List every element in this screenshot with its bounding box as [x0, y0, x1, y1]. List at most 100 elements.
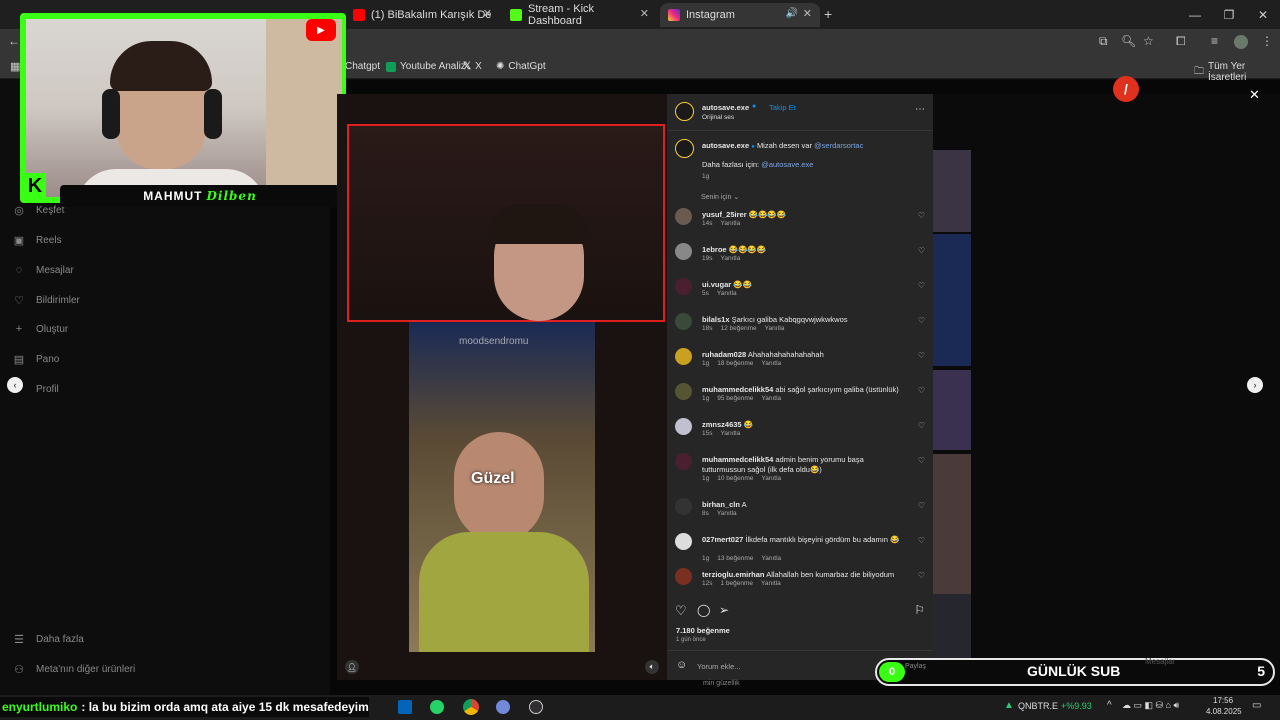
- comment-like-icon[interactable]: ♡: [918, 386, 925, 395]
- comment-likes[interactable]: 10 beğenme: [717, 475, 753, 482]
- mute-icon[interactable]: 🔈︎: [645, 660, 659, 674]
- commenter-avatar[interactable]: [675, 278, 692, 295]
- sidebar-item-daha-fazla[interactable]: ☰ Daha fazla: [12, 632, 84, 646]
- extensions-icon[interactable]: ⧠: [1176, 34, 1186, 49]
- commenter-avatar[interactable]: [675, 208, 692, 225]
- install-icon[interactable]: ⧉: [1099, 34, 1108, 49]
- save-icon[interactable]: ⚐: [914, 603, 925, 617]
- comment-likes[interactable]: 18 beğenme: [717, 360, 753, 367]
- reply-link[interactable]: Yanıtla: [761, 395, 781, 402]
- profile-tag-icon[interactable]: 👤︎: [345, 660, 359, 674]
- minimize-icon[interactable]: —: [1178, 0, 1212, 29]
- commenter-username[interactable]: ruhadam028: [702, 350, 746, 359]
- commenter-username[interactable]: bilals1x: [702, 315, 730, 324]
- comment-like-icon[interactable]: ♡: [918, 501, 925, 510]
- menu-dots-icon[interactable]: ⋮: [1261, 34, 1273, 48]
- reply-link[interactable]: Yanıtla: [761, 555, 781, 562]
- sidebar-item-meta[interactable]: ⚇ Meta'nın diğer ürünleri: [12, 662, 135, 676]
- reply-link[interactable]: Yanıtla: [761, 360, 781, 367]
- caption-mention2[interactable]: @autosave.exe: [761, 160, 813, 169]
- commenter-avatar[interactable]: [675, 348, 692, 365]
- commenter-avatar[interactable]: [675, 568, 692, 585]
- comment-like-icon[interactable]: ♡: [918, 351, 925, 360]
- commenter-avatar[interactable]: [675, 453, 692, 470]
- sidebar-item-pano[interactable]: ▤ Pano: [12, 352, 60, 366]
- audio-label[interactable]: Orijinal ses: [702, 114, 734, 121]
- sidebar-item-reels[interactable]: ▣ Reels: [12, 233, 62, 247]
- new-tab-button[interactable]: +: [824, 6, 832, 22]
- commenter-avatar[interactable]: [675, 418, 692, 435]
- bookmark-x[interactable]: 𝕏 X: [463, 61, 482, 72]
- comment-like-icon[interactable]: ♡: [918, 246, 925, 255]
- comment-like-icon[interactable]: ♡: [918, 316, 925, 325]
- commenter-username[interactable]: 1ebroe: [702, 245, 727, 254]
- clock-date[interactable]: 4.08.2025: [1206, 707, 1242, 716]
- close-icon[interactable]: ✕: [640, 7, 649, 20]
- sidebar-item-kesfet[interactable]: ◎ Keşfet: [12, 203, 64, 217]
- sort-dropdown[interactable]: Senin için ⌄: [701, 193, 739, 201]
- comment-icon[interactable]: ◯: [697, 603, 710, 617]
- comment-likes[interactable]: 95 beğenme: [717, 395, 753, 402]
- messages-bubble-label[interactable]: Mesajlar: [1145, 657, 1175, 666]
- clock-time[interactable]: 17:56: [1213, 696, 1233, 705]
- back-icon[interactable]: ←: [8, 34, 20, 48]
- bookmark-youtube-analiz[interactable]: Youtube Analiz: [386, 61, 466, 72]
- zoom-icon[interactable]: 🔍︎: [1121, 34, 1136, 48]
- comment-like-icon[interactable]: ♡: [918, 571, 925, 580]
- commenter-username[interactable]: birhan_cln: [702, 500, 740, 509]
- bookmark-chatgpt[interactable]: Chatgpt: [345, 61, 380, 72]
- whatsapp-icon[interactable]: [430, 700, 444, 714]
- comment-like-icon[interactable]: ♡: [918, 211, 925, 220]
- reel-video[interactable]: moodsendromu Güzel 👤︎ 🔈︎: [337, 94, 667, 680]
- author-avatar[interactable]: [675, 102, 694, 121]
- apps-icon[interactable]: ▦: [10, 60, 20, 73]
- comment-likes[interactable]: 13 beğenme: [717, 555, 753, 562]
- caption-avatar[interactable]: [675, 139, 694, 158]
- reply-link[interactable]: Yanıtla: [720, 255, 740, 262]
- star-icon[interactable]: ☆: [1143, 34, 1154, 48]
- reply-link[interactable]: Yanıtla: [765, 325, 785, 332]
- comment-like-icon[interactable]: ♡: [918, 281, 925, 290]
- commenter-username[interactable]: terzioglu.emirhan: [702, 570, 765, 579]
- commenter-username[interactable]: zmnsz4635: [702, 420, 742, 429]
- sidebar-item-mesajlar[interactable]: ◌ Mesajlar: [12, 263, 74, 277]
- discord-icon[interactable]: [496, 700, 510, 714]
- commenter-username[interactable]: 027mert027: [702, 535, 743, 544]
- close-icon[interactable]: ✕: [803, 7, 812, 20]
- more-options-icon[interactable]: ⋯: [915, 104, 925, 115]
- tab-youtube[interactable]: (1) BiBakalım Karışık Derleme # ✕: [345, 3, 500, 27]
- speaker-icon[interactable]: 🔊: [786, 8, 798, 19]
- reply-link[interactable]: Yanıtla: [717, 290, 737, 297]
- close-icon[interactable]: ✕: [1249, 87, 1260, 103]
- author-name[interactable]: autosave.exe: [702, 103, 749, 112]
- commenter-username[interactable]: yusuf_25irer: [702, 210, 747, 219]
- restore-icon[interactable]: ❐: [1212, 0, 1246, 29]
- commenter-username[interactable]: muhammedcelikk54: [702, 385, 773, 394]
- notification-icon[interactable]: ▭: [1252, 700, 1261, 711]
- next-post-button[interactable]: ›: [1247, 377, 1263, 393]
- sidebar-item-olustur[interactable]: + Oluştur: [12, 322, 68, 336]
- tray-chevron-icon[interactable]: ^: [1107, 700, 1112, 711]
- like-icon[interactable]: ♡: [675, 603, 687, 619]
- tab-instagram[interactable]: Instagram 🔊 ✕: [660, 3, 820, 27]
- commenter-avatar[interactable]: [675, 498, 692, 515]
- chrome-icon[interactable]: [463, 699, 479, 715]
- tray-icons[interactable]: ☁ ▭ ◧ ⛁ ⌂ 🔊︎: [1122, 700, 1179, 711]
- obs-icon[interactable]: [529, 700, 543, 714]
- reply-link[interactable]: Yanıtla: [720, 430, 740, 437]
- comment-like-icon[interactable]: ♡: [918, 536, 925, 545]
- emoji-icon[interactable]: ☺: [676, 659, 687, 671]
- comment-likes[interactable]: 12 beğenme: [720, 325, 756, 332]
- reply-link[interactable]: Yanıtla: [761, 580, 781, 587]
- commenter-avatar[interactable]: [675, 243, 692, 260]
- follow-link[interactable]: Takip Et: [769, 103, 796, 112]
- close-window-icon[interactable]: ✕: [1246, 0, 1280, 29]
- tab-kick[interactable]: Stream - Kick Dashboard ✕: [502, 3, 657, 27]
- comment-likes[interactable]: 1 beğenme: [720, 580, 753, 587]
- profile-avatar[interactable]: [1234, 35, 1248, 49]
- commenter-username[interactable]: ui.vugar: [702, 280, 731, 289]
- like-count[interactable]: 7.180 beğenme: [676, 626, 730, 635]
- commenter-avatar[interactable]: [675, 313, 692, 330]
- bookmark-chatgpt-2[interactable]: ✺ ChatGpt: [496, 61, 546, 72]
- commenter-username[interactable]: muhammedcelikk54: [702, 455, 773, 464]
